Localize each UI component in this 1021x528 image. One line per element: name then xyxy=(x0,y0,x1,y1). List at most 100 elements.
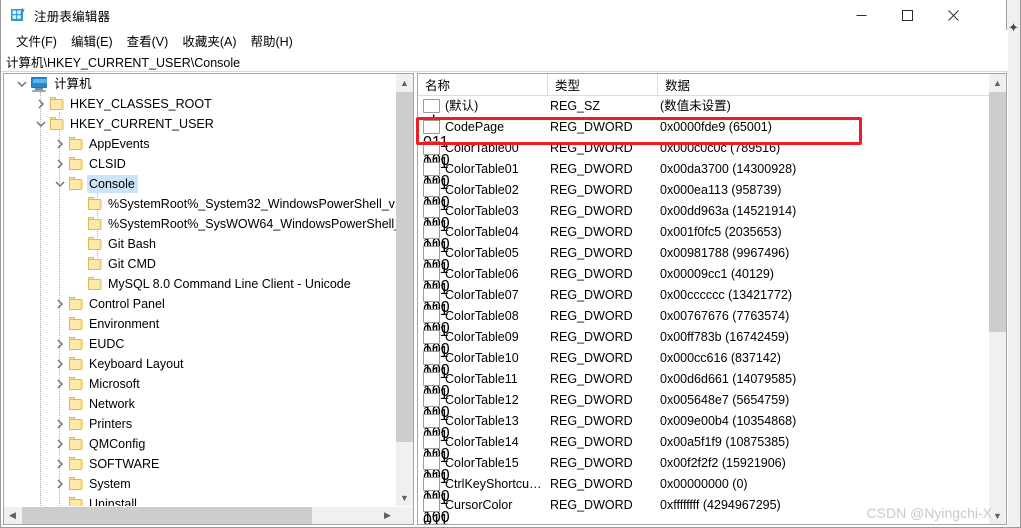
registry-tree-pane[interactable]: 计算机 HKEY_CLASSES_ROOT HKEY_CURRENT_USER App… xyxy=(3,73,414,525)
tree-item-system[interactable]: System xyxy=(4,474,396,494)
folder-icon xyxy=(68,397,84,411)
tree-item-systemroot-system32-windowspowershell-v1-0[interactable]: %SystemRoot%_System32_WindowsPowerShell_… xyxy=(4,194,396,214)
maximize-button[interactable] xyxy=(884,0,930,30)
table-row[interactable]: 011100ColorTable14 REG_DWORD 0x00a5f1f9 (1… xyxy=(418,432,990,484)
menu-help[interactable]: 帮助(H) xyxy=(243,29,299,52)
tree-item-hkey-current-user[interactable]: HKEY_CURRENT_USER xyxy=(4,114,396,134)
tree-scroll-up-button[interactable]: ▲ xyxy=(396,74,413,91)
tree-item-git-cmd[interactable]: Git CMD xyxy=(4,254,396,274)
address-bar[interactable]: 计算机\HKEY_CURRENT_USER\Console xyxy=(1,51,1008,72)
folder-icon xyxy=(49,97,65,111)
chevron-right-icon[interactable] xyxy=(52,456,68,472)
table-row[interactable]: 011100ColorTable00 REG_DWORD 0x000c0c0c (7… xyxy=(418,138,990,190)
value-data-cell: 0x00767676 (7763574) xyxy=(660,309,790,323)
tree-item-control-panel[interactable]: Control Panel xyxy=(4,294,396,314)
chevron-right-icon[interactable] xyxy=(52,356,68,372)
column-header-data[interactable]: 数据 xyxy=(658,74,990,95)
chevron-right-icon[interactable] xyxy=(52,296,68,312)
chevron-right-icon[interactable] xyxy=(52,336,68,352)
table-row[interactable]: 011100ColorTable02 REG_DWORD 0x000ea113 (9… xyxy=(418,180,990,232)
menu-view[interactable]: 查看(V) xyxy=(120,29,176,52)
chevron-right-icon[interactable] xyxy=(52,416,68,432)
table-row[interactable]: 011100ColorTable07 REG_DWORD 0x00cccccc (1… xyxy=(418,285,990,337)
chevron-down-icon[interactable] xyxy=(52,176,68,192)
list-vertical-scrollbar[interactable]: ▲ ▼ xyxy=(989,74,1006,524)
table-row[interactable]: 011100ColorTable08 REG_DWORD 0x00767676 (7… xyxy=(418,306,990,358)
tree-item-uninstall[interactable]: Uninstall xyxy=(4,494,396,506)
tree-horizontal-scroll-thumb[interactable] xyxy=(22,507,312,524)
value-data-cell: 0x009e00b4 (10354868) xyxy=(660,414,797,428)
chevron-down-icon[interactable] xyxy=(33,116,49,132)
registry-values-pane[interactable]: 名称 类型 数据 ab(默认)REG_SZ(数值未设置)011100CodePa… xyxy=(417,73,1007,525)
chevron-down-icon[interactable] xyxy=(14,76,30,92)
chevron-right-icon[interactable] xyxy=(33,96,49,112)
tree-item-microsoft[interactable]: Microsoft xyxy=(4,374,396,394)
tree-item-hkey-classes-root[interactable]: HKEY_CLASSES_ROOT xyxy=(4,94,396,114)
table-row[interactable]: 011100ColorTable12 REG_DWORD 0x005648e7 (5… xyxy=(418,390,990,442)
tree-item-clsid[interactable]: CLSID xyxy=(4,154,396,174)
tree-item-qmconfig[interactable]: QMConfig xyxy=(4,434,396,454)
menu-edit[interactable]: 编辑(E) xyxy=(64,29,120,52)
tree-scroll-down-button[interactable]: ▼ xyxy=(396,489,413,506)
content-area: 计算机 HKEY_CLASSES_ROOT HKEY_CURRENT_USER App… xyxy=(1,72,1008,527)
close-button[interactable] xyxy=(930,0,976,30)
chevron-right-icon[interactable] xyxy=(52,136,68,152)
reg-dword-icon: 011100 xyxy=(423,245,450,295)
tree-vertical-scrollbar[interactable]: ▲ ▼ xyxy=(396,74,413,506)
value-data-cell: 0x001f0fc5 (2035653) xyxy=(660,225,782,239)
table-row[interactable]: 011100 CtrlKeyShortcu… REG_DWORD 0x00000000… xyxy=(418,474,990,524)
tree-item-mysql-8-0-command-line-client-unicode[interactable]: MySQL 8.0 Command Line Client - Unicode xyxy=(4,274,396,294)
tree-item-label: QMConfig xyxy=(89,437,146,451)
tree-item-eudc[interactable]: EUDC xyxy=(4,334,396,354)
tree-item-console[interactable]: Console xyxy=(4,174,396,194)
menu-file[interactable]: 文件(F) xyxy=(9,29,64,52)
table-row[interactable]: 011100ColorTable03 REG_DWORD 0x00dd963a (1… xyxy=(418,201,990,253)
chevron-right-icon[interactable] xyxy=(52,156,68,172)
tree-item-[interactable]: 计算机 xyxy=(4,74,396,94)
table-row[interactable]: 011100ColorTable04 REG_DWORD 0x001f0fc5 (2… xyxy=(418,222,990,274)
minimize-button[interactable] xyxy=(838,0,884,30)
tree-item-label: Uninstall xyxy=(89,497,137,506)
table-row[interactable]: 011100CodePage REG_DWORD 0x0000fde9 (65001… xyxy=(418,117,990,169)
table-row[interactable]: ab (默认) REG_SZ (数值未设置) xyxy=(418,96,990,130)
table-row[interactable]: 011100ColorTable11 REG_DWORD 0x00d6d661 (1… xyxy=(418,369,990,421)
tree-scroll-right-button[interactable]: ▶ xyxy=(379,507,396,524)
table-row[interactable]: 011100ColorTable10 REG_DWORD 0x000cc616 (8… xyxy=(418,348,990,400)
table-row[interactable]: 011100ColorTable09 REG_DWORD 0x00ff783b (1… xyxy=(418,327,990,379)
list-scroll-up-button[interactable]: ▲ xyxy=(989,74,1006,91)
value-type-cell: REG_DWORD xyxy=(550,120,633,134)
menu-favorites[interactable]: 收藏夹(A) xyxy=(175,29,243,52)
value-data-cell: 0x00da3700 (14300928) xyxy=(660,162,797,176)
table-row[interactable]: 011100ColorTable01 REG_DWORD 0x00da3700 (1… xyxy=(418,159,990,211)
tree-item-systemroot-syswow64-windowspowershell-v1[interactable]: %SystemRoot%_SysWOW64_WindowsPowerShell_… xyxy=(4,214,396,234)
value-type-cell: REG_DWORD xyxy=(550,183,633,197)
value-data-cell: (数值未设置) xyxy=(660,99,731,113)
table-row[interactable]: 011100ColorTable06 REG_DWORD 0x00009cc1 (4… xyxy=(418,264,990,316)
tree-item-environment[interactable]: Environment xyxy=(4,314,396,334)
tree-item-keyboard-layout[interactable]: Keyboard Layout xyxy=(4,354,396,374)
list-vertical-scroll-thumb[interactable] xyxy=(989,92,1006,332)
tree-item-appevents[interactable]: AppEvents xyxy=(4,134,396,154)
value-type-cell: REG_DWORD xyxy=(550,204,633,218)
value-name-cell: ColorTable12 xyxy=(445,393,519,407)
column-header-type[interactable]: 类型 xyxy=(548,74,658,95)
reg-dword-icon: 011100 xyxy=(423,476,450,524)
tree-item-software[interactable]: SOFTWARE xyxy=(4,454,396,474)
value-type-cell: REG_DWORD xyxy=(550,330,633,344)
table-row[interactable]: 011100ColorTable13 REG_DWORD 0x009e00b4 (1… xyxy=(418,411,990,463)
reg-dword-icon: 011100 xyxy=(423,161,450,211)
tree-item-git-bash[interactable]: Git Bash xyxy=(4,234,396,254)
value-data-cell: 0xffffffff (4294967295) xyxy=(660,498,781,512)
chevron-right-icon[interactable] xyxy=(52,476,68,492)
tree-vertical-scroll-thumb[interactable] xyxy=(396,92,413,442)
tree-item-printers[interactable]: Printers xyxy=(4,414,396,434)
tree-item-network[interactable]: Network xyxy=(4,394,396,414)
chevron-right-icon[interactable] xyxy=(52,436,68,452)
tree-horizontal-scrollbar[interactable]: ◀ ▶ xyxy=(4,507,396,524)
table-row[interactable]: 011100ColorTable05 REG_DWORD 0x00981788 (9… xyxy=(418,243,990,295)
column-header-name[interactable]: 名称 xyxy=(418,74,548,95)
tree-scroll-left-button[interactable]: ◀ xyxy=(4,507,21,524)
value-type-cell: REG_DWORD xyxy=(550,498,633,512)
chevron-right-icon[interactable] xyxy=(52,376,68,392)
table-row[interactable]: 011100ColorTable15 REG_DWORD 0x00f2f2f2 (1… xyxy=(418,453,990,505)
